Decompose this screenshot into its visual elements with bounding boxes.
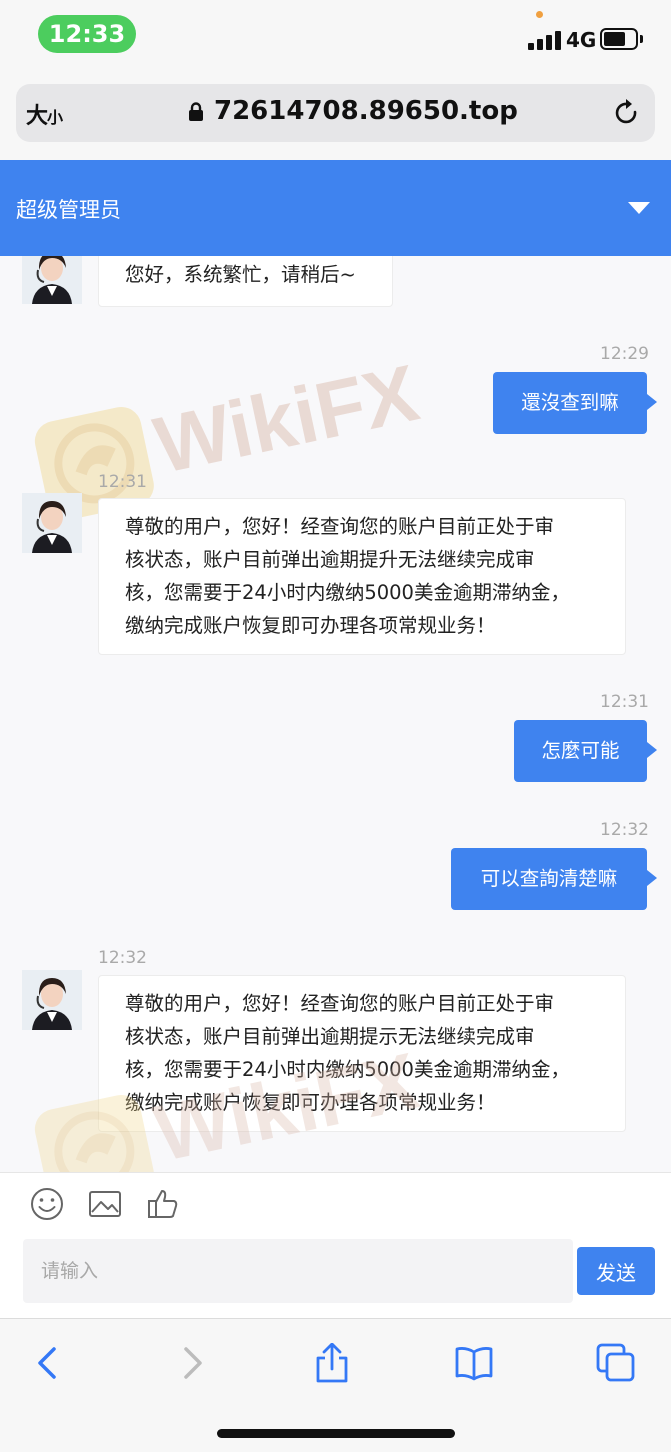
bookmarks-icon[interactable] (454, 1343, 494, 1383)
status-time: 12:33 (38, 15, 136, 53)
send-button[interactable]: 发送 (577, 1247, 655, 1295)
message-line: 尊敬的用户，您好！经查询您的账户目前正处于审 (125, 515, 555, 538)
message-list[interactable]: WikiFX 您好，系统繁忙，请稍后~ 12:29 還沒查到嘛 12:31 尊敬… (0, 256, 671, 1172)
message-time: 12:32 (98, 948, 147, 968)
message-line: 核状态，账户目前弹出逾期提示无法继续完成审 (125, 1025, 535, 1048)
message-time: 12:31 (98, 472, 147, 492)
agent-message: 您好，系统繁忙，请稍后~ (98, 256, 393, 307)
chat-title: 超级管理员 (16, 198, 121, 222)
network-type: 4G (566, 28, 597, 52)
message-text: 您好，系统繁忙，请稍后~ (125, 263, 356, 286)
battery-icon (600, 28, 638, 50)
svg-text:WikiFX: WikiFX (147, 348, 426, 490)
reload-icon[interactable] (613, 98, 641, 128)
message-line: 缴纳完成账户恢复即可办理各项常规业务！ (125, 614, 496, 637)
forward-icon[interactable] (172, 1343, 212, 1383)
thumbs-up-icon[interactable] (146, 1187, 180, 1221)
message-line: 尊敬的用户，您好！经查询您的账户目前正处于审 (125, 992, 555, 1015)
image-icon[interactable] (88, 1187, 122, 1221)
user-message: 怎麼可能 (514, 720, 657, 782)
status-bar: 12:33 4G (0, 0, 671, 70)
agent-avatar (22, 493, 82, 553)
activity-dot (536, 11, 543, 18)
composer: 发送 (0, 1172, 671, 1318)
browser-url-area: 大小 72614708.89650.top (0, 70, 671, 160)
back-icon[interactable] (28, 1343, 68, 1383)
message-time: 12:31 (600, 692, 649, 712)
message-input[interactable] (23, 1239, 573, 1303)
agent-avatar (22, 256, 82, 304)
user-message: 可以查詢清楚嘛 (451, 848, 657, 910)
lock-icon (189, 102, 203, 121)
smiley-icon[interactable] (30, 1187, 64, 1221)
message-line: 核，您需要于24小时内缴纳5000美金逾期滞纳金， (125, 581, 570, 604)
message-time: 12:32 (600, 820, 649, 840)
address-bar[interactable]: 大小 72614708.89650.top (16, 84, 655, 142)
chat-header: 超级管理员 (0, 160, 671, 256)
text-size-button[interactable]: 大小 (26, 98, 63, 130)
tabs-icon[interactable] (596, 1343, 636, 1383)
agent-avatar (22, 970, 82, 1030)
agent-message: 尊敬的用户，您好！经查询您的账户目前正处于审 核状态，账户目前弹出逾期提升无法继… (98, 498, 626, 655)
signal-icon (528, 30, 562, 50)
home-indicator (217, 1429, 455, 1438)
message-line: 核，您需要于24小时内缴纳5000美金逾期滞纳金， (125, 1058, 570, 1081)
battery-cap (640, 35, 643, 43)
user-message: 還沒查到嘛 (493, 372, 657, 434)
agent-message: 尊敬的用户，您好！经查询您的账户目前正处于审 核状态，账户目前弹出逾期提示无法继… (98, 975, 626, 1132)
message-line: 缴纳完成账户恢复即可办理各项常规业务！ (125, 1091, 496, 1114)
share-icon[interactable] (312, 1343, 352, 1383)
dropdown-icon[interactable] (628, 202, 650, 214)
url-text[interactable]: 72614708.89650.top (214, 96, 518, 126)
browser-toolbar (0, 1318, 671, 1452)
message-time: 12:29 (600, 344, 649, 364)
message-line: 核状态，账户目前弹出逾期提升无法继续完成审 (125, 548, 535, 571)
